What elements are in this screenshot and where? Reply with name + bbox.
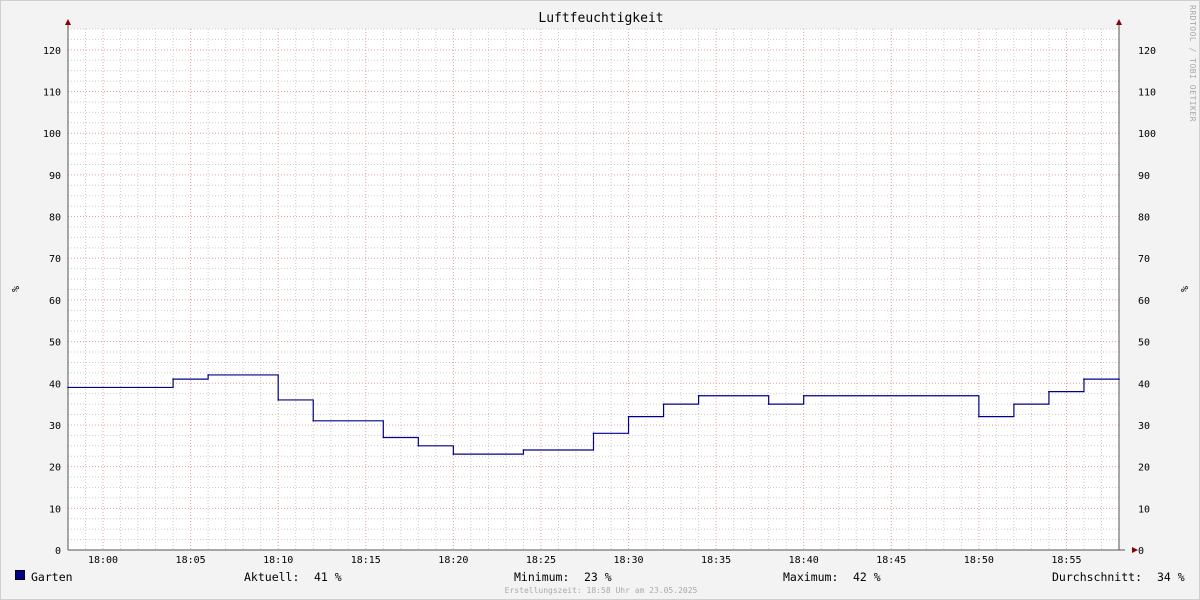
x-tick-label: 18:50 (964, 555, 994, 566)
legend-max-value: 42 % (853, 570, 881, 584)
x-tick-label: 18:10 (263, 555, 293, 566)
y-tick-label-left: 40 (49, 379, 61, 390)
data-point (592, 432, 595, 435)
x-tick-label: 18:45 (876, 555, 906, 566)
y-tick-label-right: 10 (1138, 504, 1150, 515)
y-tick-label-right: 90 (1138, 171, 1150, 182)
y-tick-label-left: 90 (49, 171, 61, 182)
y-tick-label-right: 30 (1138, 421, 1150, 432)
y-tick-label-right: 80 (1138, 213, 1150, 224)
data-point (67, 386, 69, 389)
legend-avg-value: 34 % (1157, 570, 1185, 584)
data-point (417, 445, 420, 447)
y-axis-label-left: % (9, 286, 20, 292)
x-tick-label: 18:05 (176, 555, 206, 566)
data-point (312, 419, 315, 422)
data-point (522, 449, 525, 451)
y-tick-label-right: 100 (1138, 129, 1156, 140)
y-tick-label-left: 60 (49, 296, 61, 307)
legend-min-value: 23 % (584, 570, 612, 584)
data-point (207, 374, 209, 376)
data-point (452, 453, 455, 455)
data-point (1083, 378, 1085, 380)
y-tick-label-right: 40 (1138, 379, 1150, 390)
data-point (802, 394, 805, 397)
y-tick-label-right: 70 (1138, 254, 1150, 265)
data-point (382, 436, 385, 439)
y-axis-right-arrow (1116, 19, 1122, 25)
y-axis-label-right: % (1178, 286, 1189, 292)
creation-time-note: Erstellungszeit: 18:58 Uhr am 23.05.2025 (504, 586, 698, 595)
legend-current-label: Aktuell: (244, 570, 300, 584)
y-tick-label-left: 120 (43, 46, 61, 57)
x-tick-label: 18:55 (1051, 555, 1081, 566)
x-tick-label: 18:20 (438, 555, 468, 566)
y-tick-label-left: 0 (55, 546, 61, 557)
data-point (978, 415, 980, 418)
data-point (627, 415, 630, 418)
legend-swatch-garten (15, 570, 25, 580)
y-tick-label-right: 20 (1138, 463, 1150, 474)
y-axis-left-arrow (65, 19, 71, 25)
y-tick-label-right: 50 (1138, 338, 1150, 349)
y-tick-label-left: 20 (49, 463, 61, 474)
legend-min-label: Minimum: (514, 570, 570, 584)
x-tick-label: 18:40 (789, 555, 819, 566)
legend-current-value: 41 % (314, 570, 342, 584)
x-tick-label: 18:00 (88, 555, 118, 566)
chart-plot: 0 0 10 10 20 20 30 30 40 40 50 50 60 60 70 70 80 80 90 90 10… (9, 19, 1189, 566)
data-point (1118, 378, 1120, 380)
legend-avg-label: Durchschnitt: (1052, 570, 1143, 584)
data-point (1048, 390, 1050, 393)
y-tick-label-left: 30 (49, 421, 61, 432)
y-tick-label-left: 50 (49, 338, 61, 349)
chart-window: Luftfeuchtigkeit RRDTOOL / TOBI OETIKER … (0, 0, 1200, 600)
y-tick-label-left: 110 (43, 88, 61, 99)
data-point (697, 394, 700, 397)
y-tick-label-right: 0 (1138, 546, 1144, 557)
data-point (172, 378, 174, 380)
x-tick-label: 18:30 (613, 555, 643, 566)
data-point (277, 399, 280, 401)
data-point (1013, 403, 1015, 405)
x-tick-label: 18:25 (526, 555, 556, 566)
data-point (767, 403, 770, 405)
y-tick-label-left: 80 (49, 213, 61, 224)
x-tick-label: 18:15 (351, 555, 381, 566)
legend-series-name: Garten (31, 570, 73, 584)
legend-max-label: Maximum: (783, 570, 839, 584)
y-tick-label-right: 110 (1138, 88, 1156, 99)
y-tick-label-left: 10 (49, 504, 61, 515)
y-tick-label-left: 70 (49, 254, 61, 265)
y-tick-label-right: 120 (1138, 46, 1156, 57)
x-tick-label: 18:35 (701, 555, 731, 566)
y-tick-label-left: 100 (43, 129, 61, 140)
y-tick-label-right: 60 (1138, 296, 1150, 307)
data-point (662, 403, 665, 405)
